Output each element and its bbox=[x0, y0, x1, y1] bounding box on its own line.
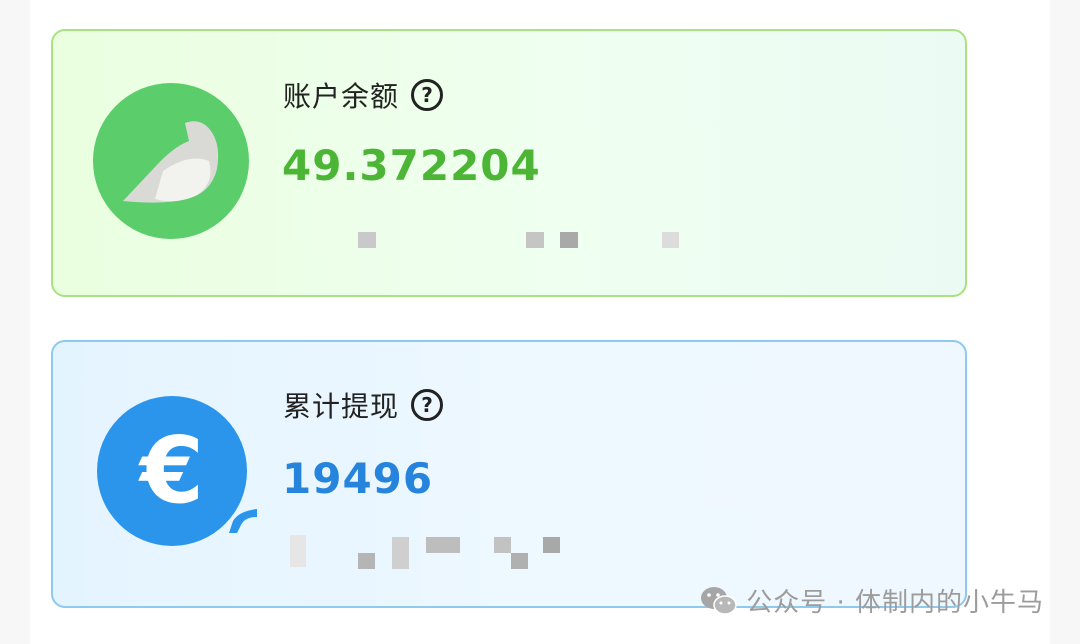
balance-card[interactable]: 账户余额 ? 49.372204 bbox=[51, 29, 967, 297]
withdraw-card[interactable]: € 累计提现 ? 19496 bbox=[51, 340, 967, 608]
redacted-mosaic bbox=[358, 232, 679, 248]
wechat-icon bbox=[701, 586, 737, 615]
watermark: 公众号 · 体制内的小牛马 bbox=[700, 582, 1044, 619]
redacted-mosaic bbox=[290, 535, 560, 569]
watermark-text: 公众号 · 体制内的小牛马 bbox=[746, 588, 1044, 618]
